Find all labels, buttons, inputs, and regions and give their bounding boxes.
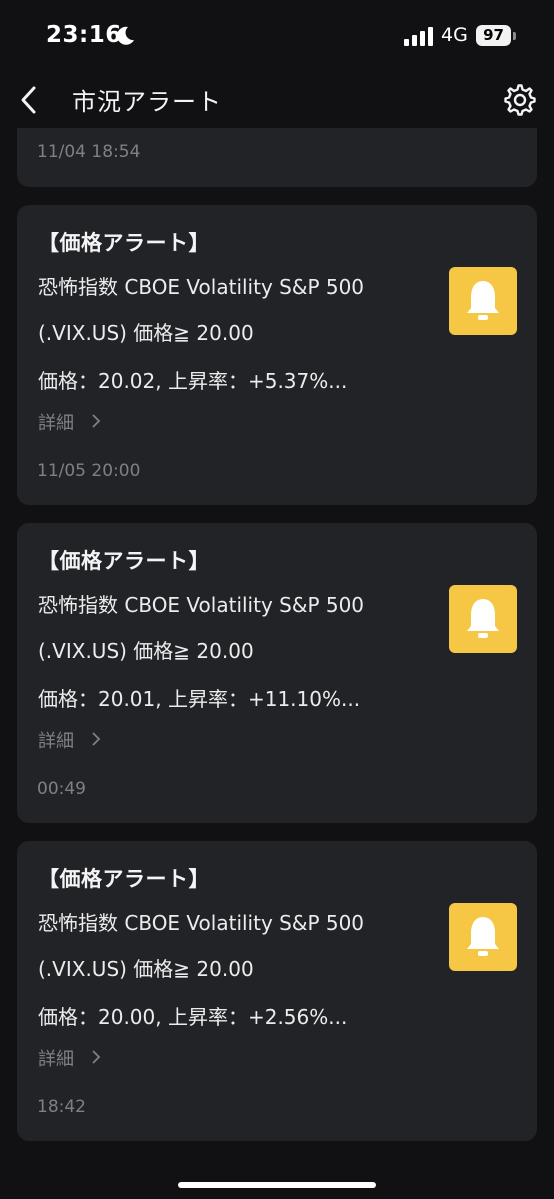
alert-price-line: 価格：20.00, 上昇率：+2.56%... [38, 1005, 348, 1029]
chevron-left-icon [21, 86, 36, 114]
chevron-right-icon [92, 1050, 101, 1064]
status-bar: 23:16 4G 97 [0, 0, 554, 72]
alert-price-line: 価格：20.01, 上昇率：+11.10%... [38, 687, 361, 711]
nav-bar: 市況アラート [0, 72, 554, 128]
page-title: 市況アラート [72, 88, 222, 116]
settings-button[interactable] [500, 80, 540, 120]
alert-condition-line: (.VIX.US) 価格≧ 20.00 [38, 957, 254, 981]
alert-symbol-line: 恐怖指数 CBOE Volatility S&P 500 [38, 911, 365, 935]
cellular-signal-icon [404, 26, 434, 46]
bell-badge [449, 267, 517, 335]
bell-badge [449, 585, 517, 653]
alert-symbol-line: 恐怖指数 CBOE Volatility S&P 500 [38, 593, 365, 617]
detail-label: 詳細 [38, 413, 74, 434]
alert-time: 00:49 [37, 779, 86, 799]
battery-icon: 97 [476, 25, 511, 46]
detail-link[interactable]: 詳細 [38, 1045, 102, 1071]
alert-time: 18:42 [37, 1097, 86, 1117]
alert-card[interactable]: 【価格アラート】 恐怖指数 CBOE Volatility S&P 500 (.… [17, 205, 537, 505]
detail-label: 詳細 [38, 731, 74, 752]
bell-badge [449, 903, 517, 971]
bell-icon [467, 599, 499, 638]
chevron-right-icon [92, 414, 101, 428]
detail-link[interactable]: 詳細 [38, 409, 102, 435]
alert-card[interactable]: 【価格アラート】 恐怖指数 CBOE Volatility S&P 500 (.… [17, 841, 537, 1141]
status-time: 23:16 [46, 22, 122, 48]
screen: 23:16 4G 97 市況アラート 11/04 18:54 【価格アラート】 … [0, 0, 554, 1199]
alert-heading: 【価格アラート】 [38, 867, 210, 891]
alert-card[interactable]: 【価格アラート】 恐怖指数 CBOE Volatility S&P 500 (.… [17, 523, 537, 823]
chevron-right-icon [92, 732, 101, 746]
alert-time: 11/05 20:00 [37, 461, 141, 481]
alert-heading: 【価格アラート】 [38, 231, 210, 255]
battery-tip [513, 32, 516, 40]
alert-symbol-line: 恐怖指数 CBOE Volatility S&P 500 [38, 275, 365, 299]
alert-condition-line: (.VIX.US) 価格≧ 20.00 [38, 639, 254, 663]
alert-heading: 【価格アラート】 [38, 549, 210, 573]
back-button[interactable] [10, 80, 50, 120]
home-indicator[interactable] [178, 1182, 376, 1188]
alert-condition-line: (.VIX.US) 価格≧ 20.00 [38, 321, 254, 345]
moon-icon [117, 26, 134, 45]
alert-time: 11/04 18:54 [37, 142, 141, 162]
network-type: 4G [441, 24, 468, 46]
bell-icon [467, 281, 499, 320]
detail-link[interactable]: 詳細 [38, 727, 102, 753]
detail-label: 詳細 [38, 1049, 74, 1070]
alert-card-partial[interactable]: 11/04 18:54 [17, 128, 537, 187]
bell-icon [467, 917, 499, 956]
alert-price-line: 価格：20.02, 上昇率：+5.37%... [38, 369, 348, 393]
gear-icon [504, 84, 536, 116]
